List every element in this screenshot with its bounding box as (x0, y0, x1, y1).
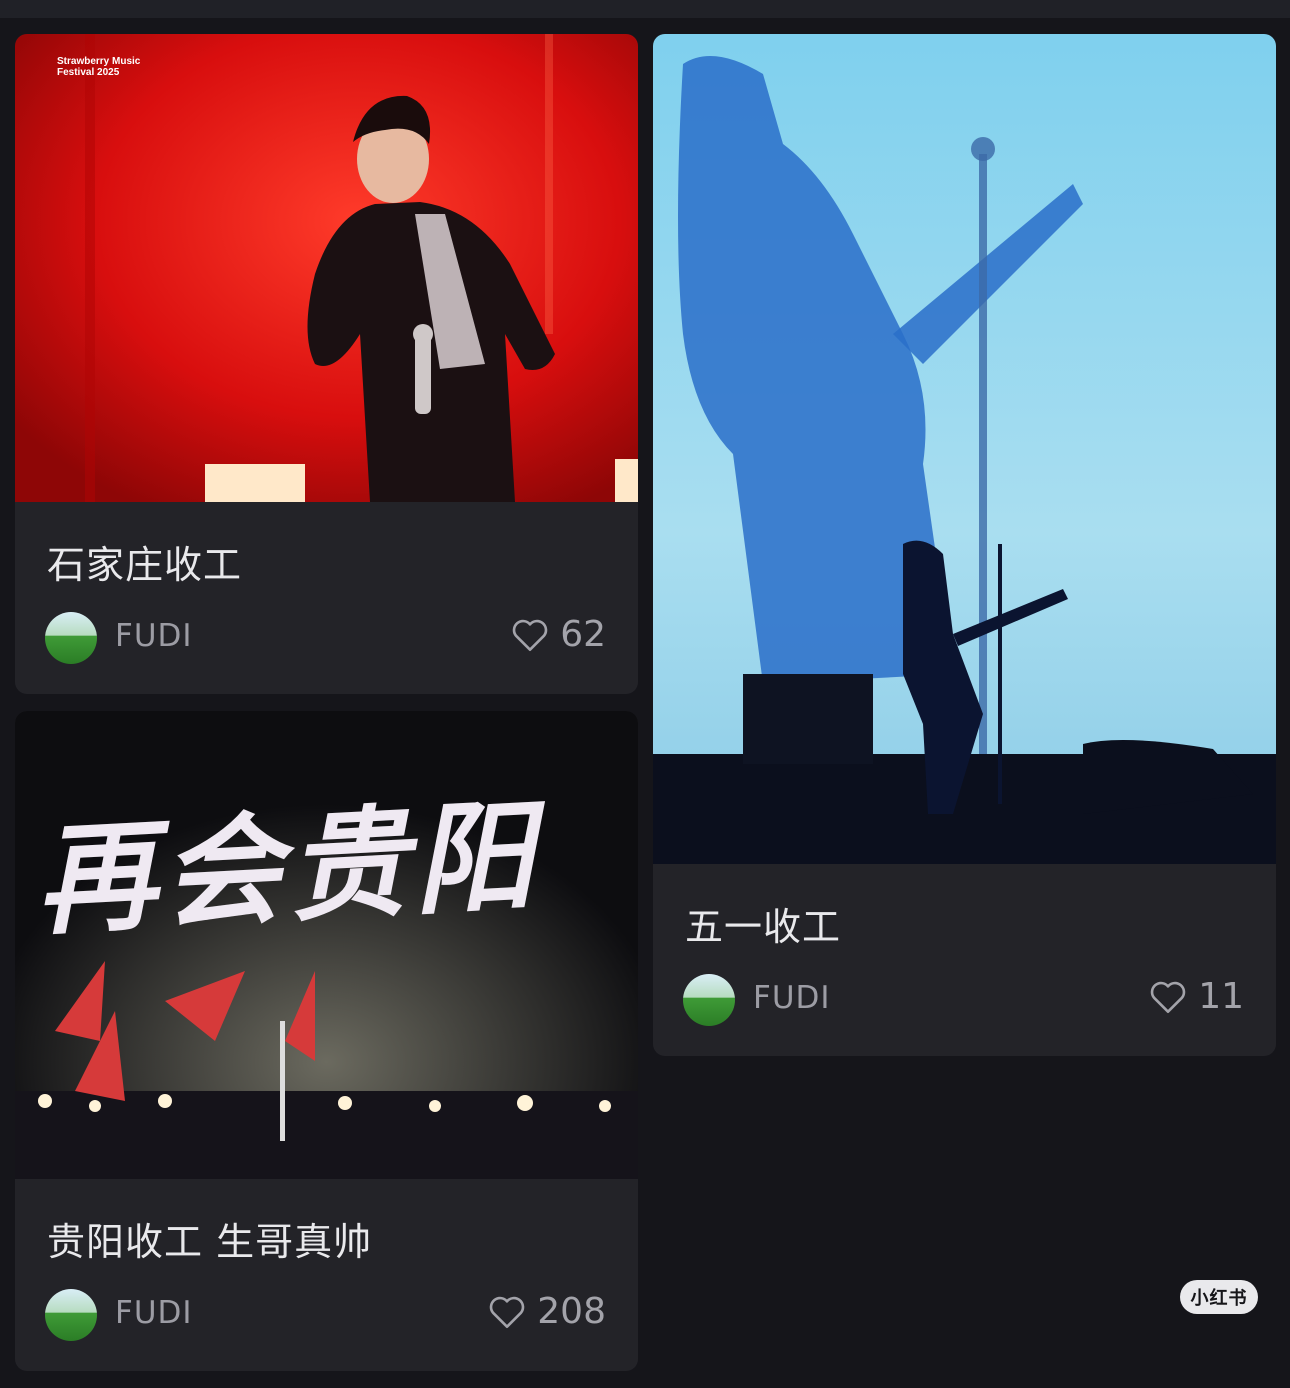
like-count: 208 (537, 1291, 606, 1332)
author-avatar[interactable] (45, 612, 97, 664)
heart-outline-icon[interactable] (1148, 979, 1188, 1015)
cover-overlay-text: 再会贵阳 (32, 784, 543, 953)
heart-outline-icon[interactable] (487, 1294, 527, 1330)
like-button[interactable]: 208 (487, 1291, 606, 1332)
author-name[interactable]: FUDI (115, 618, 193, 654)
like-count: 62 (560, 614, 606, 655)
note-card[interactable]: 五一收工 FUDI 11 (653, 34, 1276, 1056)
like-button[interactable]: 62 (510, 614, 606, 655)
card-title[interactable]: 五一收工 (685, 896, 841, 951)
author-avatar[interactable] (683, 974, 735, 1026)
card-cover-image: 再会贵阳 (15, 711, 638, 1179)
card-title[interactable]: 石家庄收工 (47, 534, 242, 589)
note-card[interactable]: Strawberry Music Festival 2025 石家庄收工 FUD… (15, 34, 638, 694)
card-title[interactable]: 贵阳收工 生哥真帅 (47, 1211, 372, 1266)
like-button[interactable]: 11 (1148, 976, 1244, 1017)
author-name[interactable]: FUDI (115, 1295, 193, 1331)
author-avatar[interactable] (45, 1289, 97, 1341)
xiaohongshu-watermark: 小红书 (1180, 1280, 1258, 1314)
card-cover-image: Strawberry Music Festival 2025 (15, 34, 638, 502)
card-cover-image (653, 34, 1276, 864)
festival-badge-text: Strawberry Music Festival 2025 (57, 56, 141, 78)
author-name[interactable]: FUDI (753, 980, 831, 1016)
festival-badge: Strawberry Music Festival 2025 (23, 56, 157, 78)
like-count: 11 (1198, 976, 1244, 1017)
top-bar (0, 0, 1290, 18)
heart-outline-icon[interactable] (510, 617, 550, 653)
note-card[interactable]: 再会贵阳 贵阳收工 生哥真帅 FUDI 208 (15, 711, 638, 1371)
